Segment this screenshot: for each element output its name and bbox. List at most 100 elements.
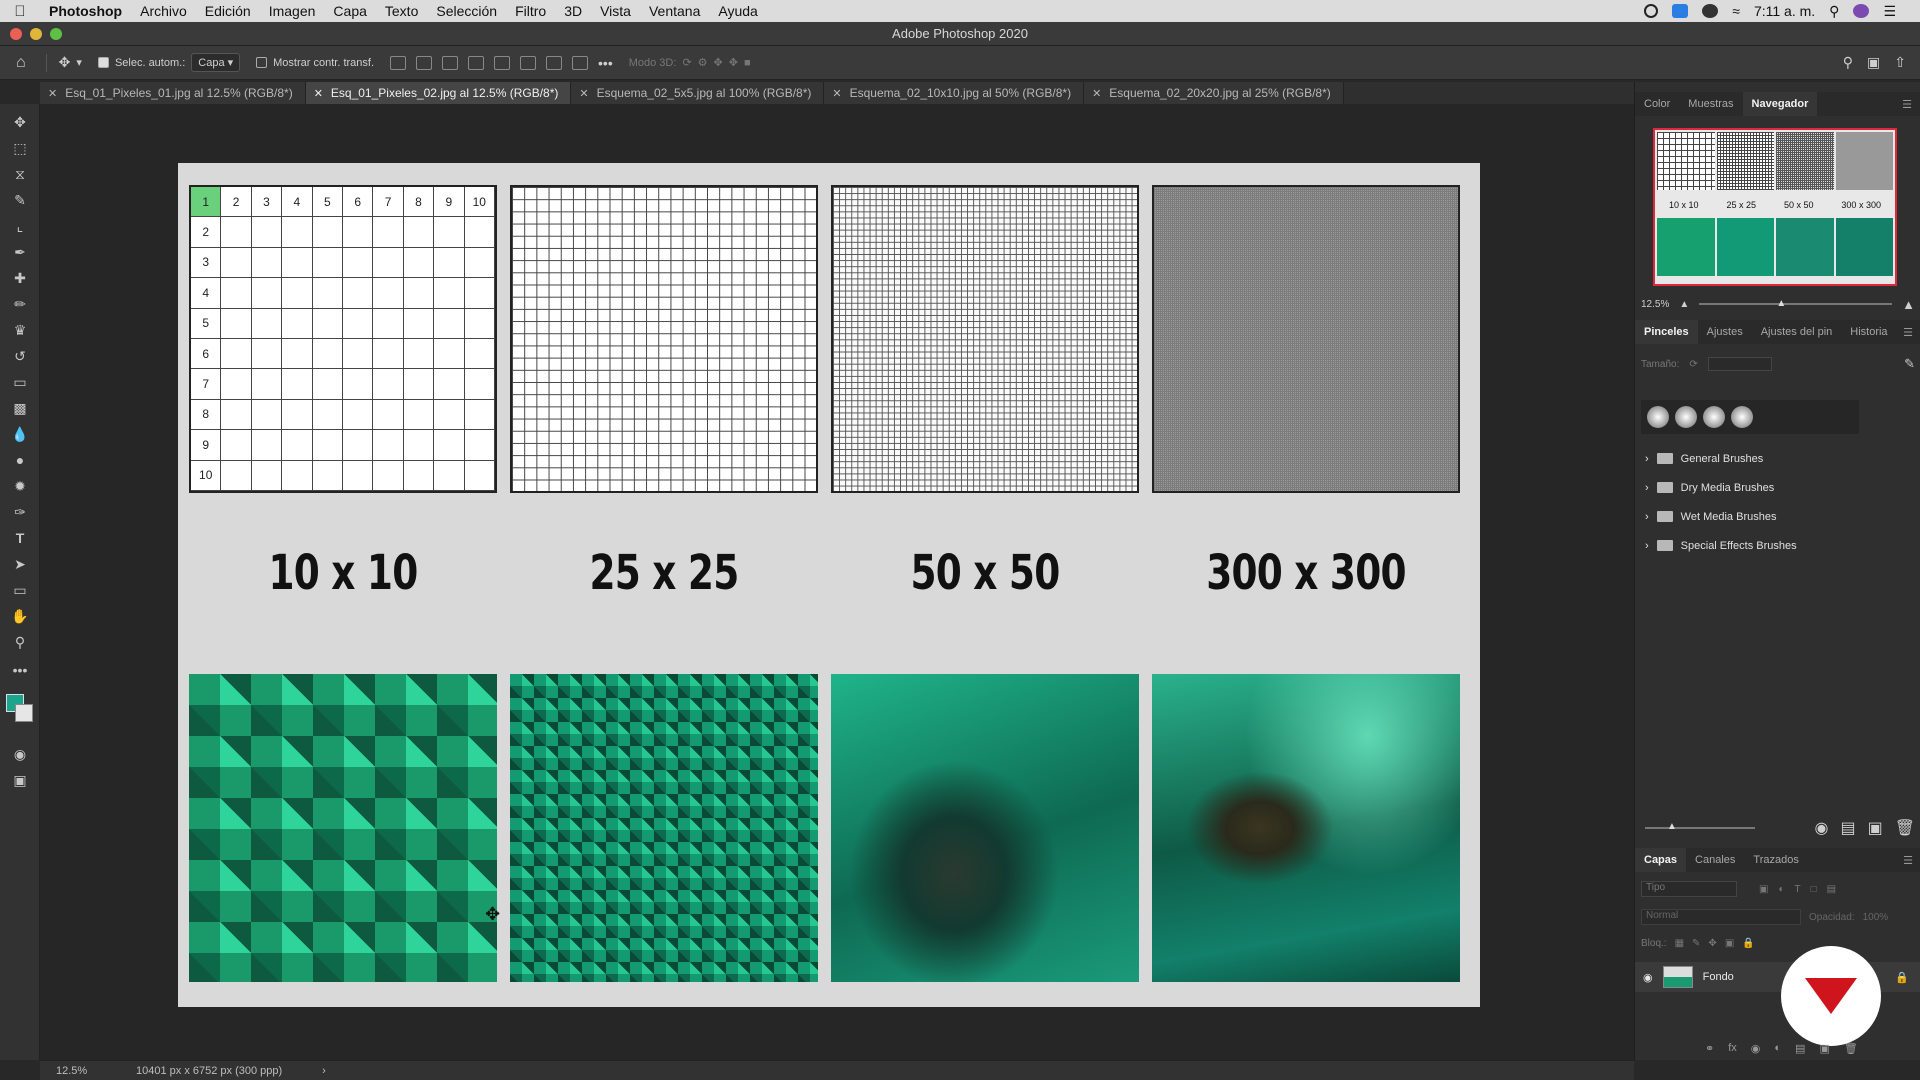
tab-layers[interactable]: Capas <box>1635 848 1687 872</box>
pan-3d-icon[interactable]: ✥ <box>714 56 723 69</box>
menu-app[interactable]: Photoshop <box>40 3 131 19</box>
tab-brush-settings[interactable]: Ajustes del pin <box>1752 320 1842 344</box>
distribute-icon[interactable] <box>572 55 589 70</box>
chevron-right-icon[interactable]: › <box>1645 482 1649 494</box>
search-icon[interactable]: ⚲ <box>1843 54 1853 71</box>
menu-capa[interactable]: Capa <box>324 3 375 19</box>
chevron-down-icon[interactable]: ▾ <box>76 56 82 69</box>
layer-style-icon[interactable]: fx <box>1728 1042 1737 1054</box>
new-group-icon[interactable]: ▤ <box>1840 818 1855 838</box>
tab-navigator[interactable]: Navegador <box>1742 92 1818 116</box>
healing-brush-tool-icon[interactable]: ✚ <box>10 268 30 288</box>
close-window-icon[interactable] <box>10 28 22 40</box>
tab-doc-4[interactable]: ✕ Esquema_02_10x10.jpg al 50% (RGB/8*) <box>824 82 1085 104</box>
background-color-swatch[interactable] <box>15 704 33 722</box>
history-brush-tool-icon[interactable]: ↺ <box>10 346 30 366</box>
zoom-out-icon[interactable]: ▲ <box>1679 299 1689 310</box>
move-tool-icon[interactable]: ✥ <box>10 112 30 132</box>
menu-3d[interactable]: 3D <box>555 3 591 19</box>
visibility-toggle-icon[interactable]: ◉ <box>1814 818 1828 838</box>
align-center-icon[interactable] <box>416 55 433 70</box>
brush-size-input[interactable] <box>1707 357 1772 371</box>
clock-text[interactable]: 7:11 a. m. <box>1754 3 1815 19</box>
spotlight-search-icon[interactable]: ⚲ <box>1829 3 1839 20</box>
chevron-right-icon[interactable]: › <box>1645 453 1649 465</box>
tab-channels[interactable]: Canales <box>1686 848 1744 872</box>
navigator-zoom-slider[interactable]: ▲ <box>1699 298 1893 309</box>
document-canvas[interactable]: 1 2 3 4 5 6 7 8 9 10 2 3 4 5 6 7 8 9 10 10 x 10 … <box>178 163 1480 1007</box>
chevron-right-icon[interactable]: › <box>1645 540 1649 552</box>
layer-visibility-eye-icon[interactable]: ◉ <box>1643 971 1653 984</box>
lock-transparent-icon[interactable]: ▦ <box>1675 938 1684 949</box>
chevron-right-icon[interactable]: › <box>282 1065 326 1077</box>
cloud-icon[interactable] <box>1702 4 1719 18</box>
tab-color[interactable]: Color <box>1635 92 1679 116</box>
blur-tool-icon[interactable]: 💧 <box>10 424 30 444</box>
menu-texto[interactable]: Texto <box>376 3 427 19</box>
menu-archivo[interactable]: Archivo <box>131 3 196 19</box>
scale-3d-icon[interactable]: ■ <box>744 57 751 69</box>
close-tab-icon[interactable]: ✕ <box>1092 87 1101 100</box>
quick-select-tool-icon[interactable]: ✎ <box>10 190 30 210</box>
slide-3d-icon[interactable]: ✥ <box>729 56 738 69</box>
tab-history[interactable]: Historia <box>1841 320 1896 344</box>
reset-icon[interactable]: ⟳ <box>1689 359 1697 370</box>
status-doc-info[interactable]: 10401 px x 6752 px (300 ppp) <box>130 1065 282 1077</box>
path-select-tool-icon[interactable]: ➤ <box>10 554 30 574</box>
align-middle-icon[interactable] <box>520 55 537 70</box>
filter-adjust-icon[interactable]: ◐ <box>1778 884 1784 895</box>
eraser-tool-icon[interactable]: ▭ <box>10 372 30 392</box>
align-bottom-icon[interactable] <box>546 55 563 70</box>
filter-type-icon[interactable]: T <box>1795 884 1801 895</box>
rectangle-tool-icon[interactable]: ▭ <box>10 580 30 600</box>
zoom-tool-icon[interactable]: ⚲ <box>10 632 30 652</box>
dodge-tool-icon[interactable]: ● <box>10 450 30 470</box>
close-tab-icon[interactable]: ✕ <box>314 87 323 100</box>
menu-edicion[interactable]: Edición <box>196 3 260 19</box>
tab-adjustments[interactable]: Ajustes <box>1698 320 1752 344</box>
filter-smart-icon[interactable]: ▤ <box>1827 884 1836 895</box>
delete-icon[interactable]: 🗑 <box>1895 818 1915 838</box>
chevron-right-icon[interactable]: › <box>1645 511 1649 523</box>
brush-preset-icon[interactable] <box>1731 406 1753 428</box>
app-icon-blue[interactable] <box>1672 4 1689 18</box>
tab-doc-1[interactable]: ✕ Esq_01_Pixeles_01.jpg al 12.5% (RGB/8*) <box>40 82 306 104</box>
brush-tool-icon[interactable]: ✏ <box>10 294 30 314</box>
filter-pixel-icon[interactable]: ▣ <box>1759 884 1768 895</box>
layer-name[interactable]: Fondo <box>1703 971 1734 983</box>
brush-group-special-effects[interactable]: › Special Effects Brushes <box>1635 531 1920 560</box>
pen-tool-icon[interactable]: ✑ <box>10 502 30 522</box>
tab-paths[interactable]: Trazados <box>1744 848 1807 872</box>
new-group-icon[interactable]: ▤ <box>1795 1042 1805 1055</box>
tab-doc-3[interactable]: ✕ Esquema_02_5x5.jpg al 100% (RGB/8*) <box>571 82 825 104</box>
opacity-value[interactable]: 100% <box>1863 912 1889 923</box>
lock-position-icon[interactable]: ✥ <box>1708 938 1716 949</box>
eyedropper-tool-icon[interactable]: ✒ <box>10 242 30 262</box>
lock-all-icon[interactable]: 🔒 <box>1742 938 1754 949</box>
orbit-3d-icon[interactable]: ⟳ <box>682 56 691 69</box>
align-left-icon[interactable] <box>390 55 407 70</box>
zoom-in-icon[interactable]: ▲ <box>1902 297 1915 312</box>
show-transform-checkbox[interactable] <box>256 57 268 68</box>
close-tab-icon[interactable]: ✕ <box>832 87 841 100</box>
filter-shape-icon[interactable]: □ <box>1811 884 1817 895</box>
clone-stamp-tool-icon[interactable]: ♛ <box>10 320 30 340</box>
new-brush-button-icon[interactable]: ▣ <box>1868 818 1883 838</box>
lock-image-icon[interactable]: ✎ <box>1692 938 1700 949</box>
menu-seleccion[interactable]: Selección <box>427 3 506 19</box>
control-center-icon[interactable]: ☰ <box>1883 3 1896 20</box>
navigator-zoom-value[interactable]: 12.5% <box>1641 299 1669 310</box>
record-icon[interactable] <box>1644 4 1659 18</box>
workspace-icon[interactable]: ▣ <box>1867 54 1880 71</box>
close-tab-icon[interactable]: ✕ <box>48 87 57 100</box>
marquee-tool-icon[interactable]: ⬚ <box>10 138 30 158</box>
type-tool-icon[interactable]: T <box>10 528 30 548</box>
link-layers-icon[interactable]: ⚭ <box>1705 1042 1714 1055</box>
tab-doc-5[interactable]: ✕ Esquema_02_20x20.jpg al 25% (RGB/8*) <box>1084 82 1344 104</box>
new-layer-icon[interactable]: ▣ <box>1819 1042 1829 1055</box>
minimize-window-icon[interactable] <box>30 28 42 40</box>
roll-3d-icon[interactable]: ⚙ <box>698 56 708 69</box>
lasso-tool-icon[interactable]: ⧖ <box>10 164 30 184</box>
navigator-preview[interactable]: 10 x 10 25 x 25 50 x 50 300 x 300 <box>1653 128 1897 286</box>
crop-tool-icon[interactable]: ⌞ <box>10 216 30 236</box>
